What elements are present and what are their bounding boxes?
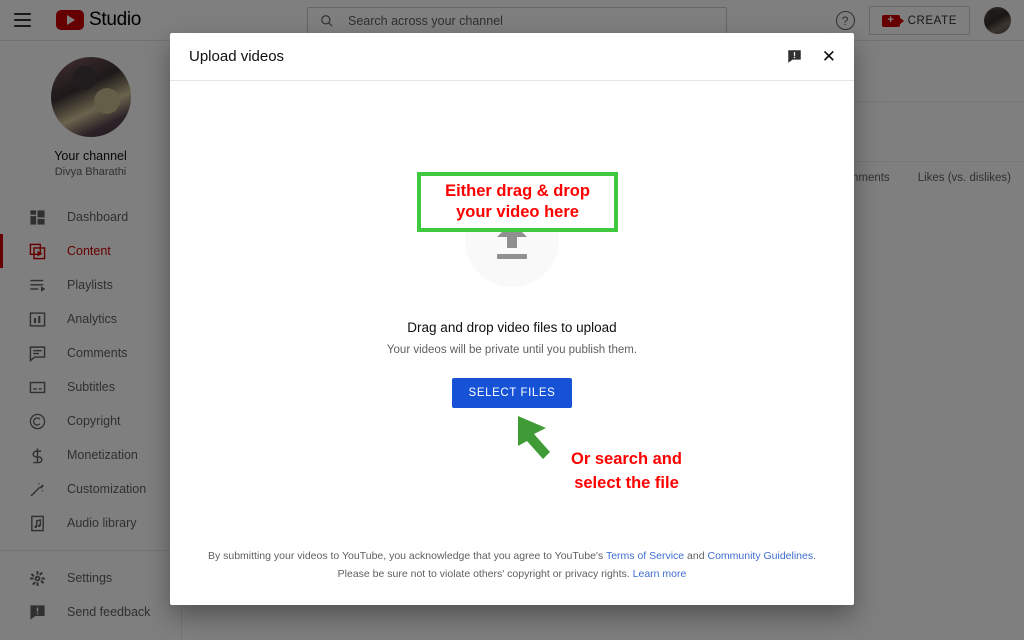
dialog-footer: By submitting your videos to YouTube, yo…: [170, 547, 854, 605]
annotation-callout-line1: Or search and: [571, 450, 682, 468]
arrow-base-glyph: [497, 253, 527, 259]
footer-text-part: and: [684, 550, 708, 562]
annotation-dragdrop-line2: your video here: [456, 203, 579, 221]
community-guidelines-link[interactable]: Community Guidelines: [707, 550, 813, 562]
terms-of-service-link[interactable]: Terms of Service: [606, 550, 684, 562]
dialog-body: Drag and drop video files to upload Your…: [170, 81, 854, 547]
annotation-select-file-callout: Or search and select the file: [571, 447, 682, 495]
annotation-dragdrop-line1: Either drag & drop: [445, 182, 590, 200]
annotation-callout-line2: select the file: [574, 474, 679, 492]
upload-videos-dialog: Upload videos ✕ Drag and drop video file…: [170, 33, 854, 605]
learn-more-link[interactable]: Learn more: [633, 568, 687, 580]
dialog-title: Upload videos: [189, 48, 285, 65]
footer-text-part: Please be sure not to violate others' co…: [337, 568, 633, 580]
close-icon[interactable]: ✕: [822, 48, 836, 65]
dropzone-subtitle: Your videos will be private until you pu…: [386, 344, 638, 356]
footer-line-1: By submitting your videos to YouTube, yo…: [170, 547, 854, 565]
footer-line-2: Please be sure not to violate others' co…: [170, 565, 854, 583]
screen-root: Studio Search across your channel ? + CR…: [0, 0, 1024, 640]
footer-text-part: .: [813, 550, 817, 562]
feedback-icon[interactable]: [787, 49, 802, 64]
select-files-button[interactable]: SELECT FILES: [451, 378, 573, 408]
dialog-header: Upload videos ✕: [170, 33, 854, 81]
dialog-header-actions: ✕: [787, 48, 836, 65]
annotation-dragdrop-box: Either drag & drop your video here: [417, 172, 618, 232]
footer-text-part: By submitting your videos to YouTube, yo…: [207, 550, 606, 562]
dropzone-title: Drag and drop video files to upload: [407, 320, 617, 335]
